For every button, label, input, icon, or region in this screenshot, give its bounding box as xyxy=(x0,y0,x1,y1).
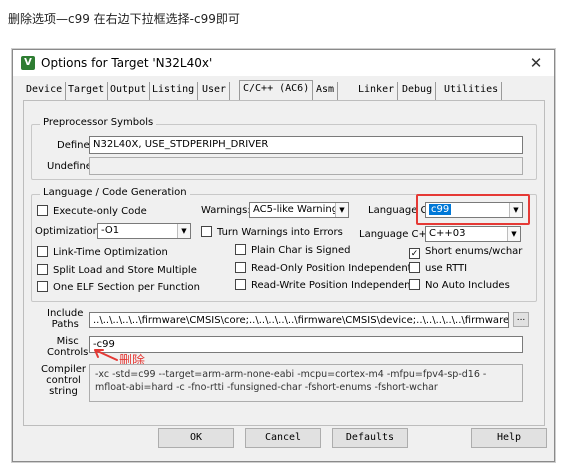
checkbox-box xyxy=(37,205,48,216)
checkbox-box xyxy=(235,262,246,273)
link-time-optimization-checkbox[interactable]: Link-Time Optimization xyxy=(37,246,168,258)
annotation-highlight-box xyxy=(416,194,530,225)
tab-linker[interactable]: Linker xyxy=(355,82,399,100)
tab-device[interactable]: Device xyxy=(23,82,67,100)
checkbox-box xyxy=(409,279,420,290)
misc-controls-input[interactable]: -c99 xyxy=(89,336,523,353)
keil-uvision-icon: V xyxy=(21,56,35,70)
checkbox-box xyxy=(235,244,246,255)
execute-only-checkbox[interactable]: Execute-only Code xyxy=(37,205,147,217)
include-paths-input[interactable]: ..\..\..\..\..\firmware\CMSIS\core;..\..… xyxy=(89,312,509,328)
optimization-select[interactable]: -O1 ▼ xyxy=(97,223,191,239)
checkbox-box xyxy=(37,246,48,257)
checkmark-icon: ✓ xyxy=(409,248,420,259)
tab-listing[interactable]: Listing xyxy=(149,82,199,100)
tab-strip: Device Target Output Listing User C/C++ … xyxy=(23,80,544,100)
cancel-button[interactable]: Cancel xyxy=(245,428,321,448)
warnings-select[interactable]: AC5-like Warnings ▼ xyxy=(249,202,349,218)
ok-button[interactable]: OK xyxy=(158,428,234,448)
optimization-label: Optimization: xyxy=(35,226,103,237)
use-rtti-checkbox[interactable]: use RTTI xyxy=(409,262,467,274)
compiler-control-string-label: Compiler control string xyxy=(41,364,87,397)
tab-c-cpp-ac6[interactable]: C/C++ (AC6) xyxy=(239,80,314,100)
chevron-down-icon: ▼ xyxy=(335,203,348,217)
checkbox-box xyxy=(37,281,48,292)
one-elf-section-checkbox[interactable]: One ELF Section per Function xyxy=(37,281,200,293)
undefine-input[interactable] xyxy=(89,157,523,175)
short-enums-checkbox[interactable]: ✓ Short enums/wchar xyxy=(409,246,522,259)
tab-asm[interactable]: Asm xyxy=(313,82,339,100)
misc-controls-label: Misc Controls xyxy=(47,336,89,358)
page-caption: 删除选项—c99 在右边下拉框选择-c99即可 xyxy=(8,12,240,26)
tab-user[interactable]: User xyxy=(199,82,231,100)
define-label: Define: xyxy=(57,140,94,151)
chevron-down-icon: ▼ xyxy=(177,224,190,238)
window-title: Options for Target 'N32L40x' xyxy=(41,56,213,70)
help-button[interactable]: Help xyxy=(471,428,547,448)
compiler-control-string: -xc -std=c99 --target=arm-arm-none-eabi … xyxy=(89,364,523,402)
title-bar: V Options for Target 'N32L40x' ✕ xyxy=(13,50,554,76)
tab-output[interactable]: Output xyxy=(107,82,151,100)
defaults-button[interactable]: Defaults xyxy=(332,428,408,448)
split-load-store-checkbox[interactable]: Split Load and Store Multiple xyxy=(37,264,197,276)
tab-debug[interactable]: Debug xyxy=(399,82,437,100)
include-paths-label: Include Paths xyxy=(47,308,84,330)
checkbox-box xyxy=(37,264,48,275)
define-input[interactable]: N32L40X, USE_STDPERIPH_DRIVER xyxy=(89,136,523,154)
tab-utilities[interactable]: Utilities xyxy=(441,82,503,100)
turn-warnings-errors-checkbox[interactable]: Turn Warnings into Errors xyxy=(201,226,343,238)
options-dialog: V Options for Target 'N32L40x' ✕ Device … xyxy=(12,49,555,462)
include-paths-browse-button[interactable]: ... xyxy=(513,312,529,327)
warnings-label: Warnings: xyxy=(201,205,251,216)
checkbox-box xyxy=(201,226,212,237)
ro-position-independent-checkbox[interactable]: Read-Only Position Independent xyxy=(235,262,412,274)
plain-char-signed-checkbox[interactable]: Plain Char is Signed xyxy=(235,244,350,256)
rw-position-independent-checkbox[interactable]: Read-Write Position Independent xyxy=(235,279,414,291)
no-auto-includes-checkbox[interactable]: No Auto Includes xyxy=(409,279,510,291)
tab-target[interactable]: Target xyxy=(65,82,109,100)
language-cpp-select[interactable]: C++03 ▼ xyxy=(425,226,521,242)
chevron-down-icon: ▼ xyxy=(507,227,520,241)
codegen-legend: Language / Code Generation xyxy=(40,187,190,198)
preprocessor-legend: Preprocessor Symbols xyxy=(40,117,157,128)
checkbox-box xyxy=(235,279,246,290)
close-button[interactable]: ✕ xyxy=(526,53,546,73)
checkbox-box xyxy=(409,262,420,273)
